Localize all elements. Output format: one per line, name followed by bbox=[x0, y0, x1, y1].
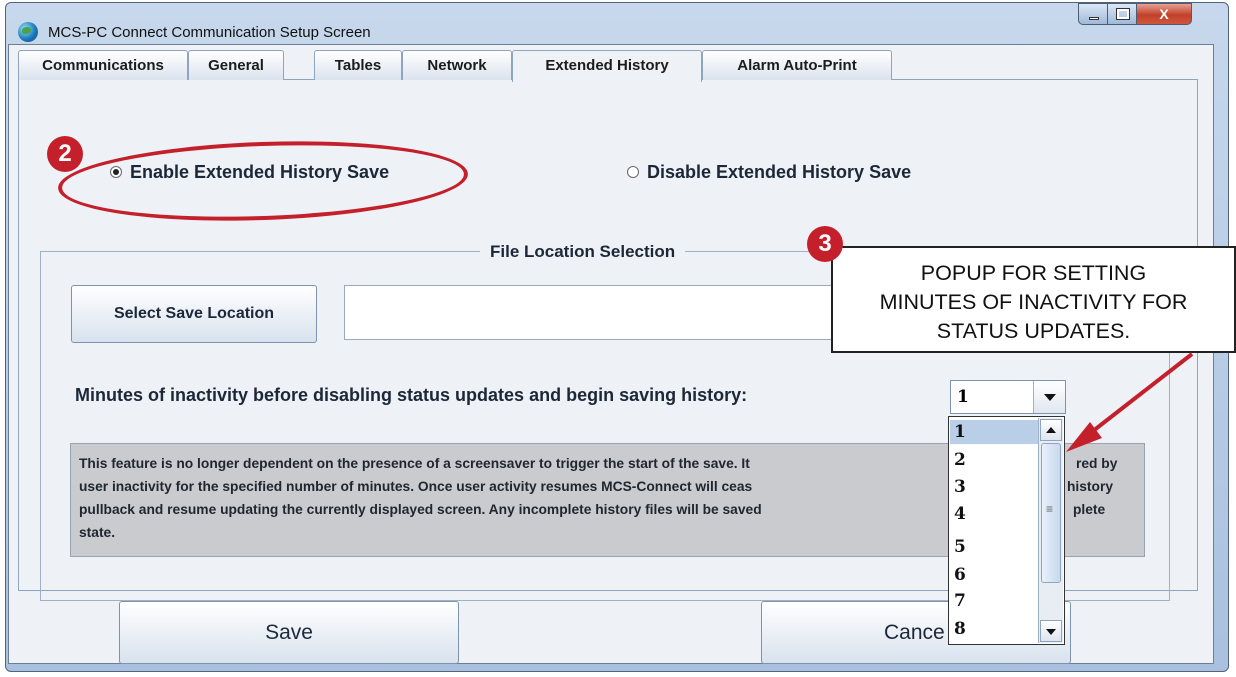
minutes-inactivity-label: Minutes of inactivity before disabling s… bbox=[75, 385, 748, 405]
callout-line: POPUP FOR SETTING bbox=[920, 261, 1147, 285]
scrollbar-thumb[interactable] bbox=[1041, 443, 1061, 583]
minimize-button[interactable] bbox=[1078, 3, 1108, 25]
dropdown-option[interactable]: 8 bbox=[950, 617, 1038, 641]
callout-arrow-icon bbox=[1066, 352, 1194, 452]
tab-general[interactable]: General bbox=[188, 50, 284, 80]
radio-unselected-icon bbox=[627, 166, 639, 178]
tab-tables[interactable]: Tables bbox=[314, 50, 402, 80]
tab-network[interactable]: Network bbox=[402, 50, 512, 80]
globe-icon bbox=[18, 22, 38, 42]
tab-extended-history[interactable]: Extended History bbox=[512, 50, 702, 82]
file-location-group-title: File Location Selection bbox=[480, 242, 686, 262]
scroll-down-icon[interactable] bbox=[1040, 620, 1062, 642]
dropdown-option[interactable]: 5 bbox=[950, 535, 1038, 559]
disable-history-label: Disable Extended History Save bbox=[647, 162, 912, 182]
title-bar[interactable]: MCS-PC Connect Communication Setup Scree… bbox=[6, 3, 1228, 47]
dropdown-option[interactable]: 1 bbox=[950, 420, 1038, 444]
dropdown-option[interactable]: 6 bbox=[950, 563, 1038, 587]
close-button[interactable]: X bbox=[1136, 3, 1192, 25]
minutes-selected-value: 1 bbox=[957, 387, 969, 407]
tab-alarm-auto-print[interactable]: Alarm Auto-Print bbox=[702, 50, 892, 80]
callout-line: STATUS UPDATES. bbox=[936, 319, 1131, 343]
callout-line: MINUTES OF INACTIVITY FOR bbox=[879, 290, 1188, 314]
save-button[interactable]: Save bbox=[119, 601, 459, 664]
maximize-button[interactable] bbox=[1107, 3, 1137, 25]
step-badge-2: 2 bbox=[47, 136, 83, 172]
popup-callout: POPUP FOR SETTING MINUTES OF INACTIVITY … bbox=[831, 246, 1236, 353]
tab-communications[interactable]: Communications bbox=[18, 50, 188, 80]
window-title: MCS-PC Connect Communication Setup Scree… bbox=[48, 24, 371, 41]
dropdown-option[interactable]: 7 bbox=[950, 589, 1038, 613]
dropdown-option[interactable]: 2 bbox=[950, 448, 1038, 472]
select-save-location-button[interactable]: Select Save Location bbox=[71, 285, 317, 343]
dropdown-option[interactable]: 4 bbox=[950, 502, 1038, 526]
dropdown-option[interactable]: 3 bbox=[950, 475, 1038, 499]
close-icon: X bbox=[1159, 6, 1169, 22]
disable-history-radio[interactable]: Disable Extended History Save bbox=[627, 162, 911, 183]
step-badge-3: 3 bbox=[807, 226, 843, 262]
